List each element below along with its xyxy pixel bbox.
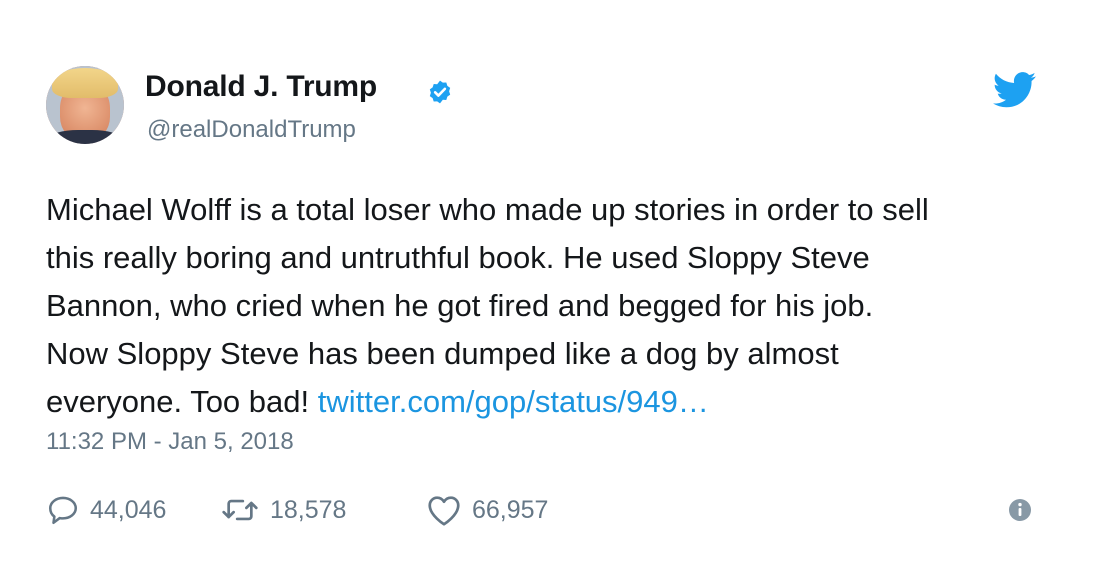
avatar[interactable] bbox=[46, 66, 124, 144]
like-button[interactable]: 66,957 bbox=[426, 490, 548, 530]
author-name[interactable]: Donald J. Trump bbox=[145, 70, 377, 104]
reply-button[interactable]: 44,046 bbox=[46, 490, 166, 530]
tweet-actions: 44,046 18,578 66,957 bbox=[46, 490, 1046, 530]
reply-count: 44,046 bbox=[90, 495, 167, 524]
tweet-text: Michael Wolff is a total loser who made … bbox=[46, 186, 1056, 426]
retweet-icon bbox=[222, 499, 258, 521]
like-count: 66,957 bbox=[472, 495, 549, 524]
retweet-button[interactable]: 18,578 bbox=[220, 490, 346, 530]
verified-badge-icon bbox=[429, 80, 451, 104]
tweet-line-text: everyone. Too bad! bbox=[46, 384, 310, 419]
tweet-card: Donald J. Trump @realDonaldTrump Michael… bbox=[0, 0, 1112, 572]
tweet-timestamp[interactable]: 11:32 PM - Jan 5, 2018 bbox=[46, 428, 294, 456]
tweet-link[interactable]: twitter.com/gop/status/949… bbox=[318, 384, 709, 419]
tweet-line: Now Sloppy Steve has been dumped like a … bbox=[46, 336, 839, 371]
author-handle[interactable]: @realDonaldTrump bbox=[147, 116, 356, 144]
reply-icon bbox=[48, 496, 78, 525]
twitter-bird-icon[interactable] bbox=[993, 72, 1037, 108]
heart-icon bbox=[428, 496, 460, 526]
retweet-count: 18,578 bbox=[270, 495, 347, 524]
tweet-line: this really boring and untruthful book. … bbox=[46, 240, 870, 275]
tweet-line: Bannon, who cried when he got fired and … bbox=[46, 288, 874, 323]
info-icon[interactable] bbox=[1008, 498, 1032, 522]
tweet-line-last: everyone. Too bad! twitter.com/gop/statu… bbox=[46, 378, 1056, 426]
tweet-line: Michael Wolff is a total loser who made … bbox=[46, 192, 929, 227]
